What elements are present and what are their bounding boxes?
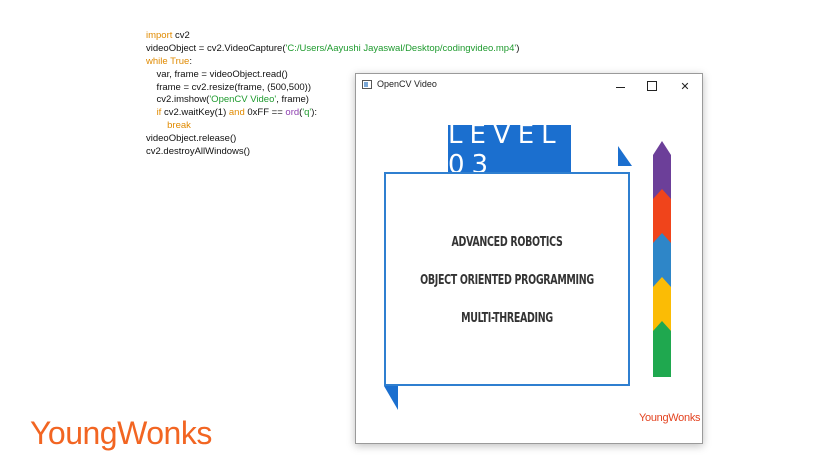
maximize-icon (647, 81, 657, 91)
window-titlebar[interactable]: OpenCV Video ✕ (356, 74, 702, 98)
close-button[interactable]: ✕ (669, 74, 701, 98)
topic-multithreading: MULTI-THREADING (461, 310, 553, 326)
arrow-segment (653, 321, 671, 377)
arrow-tip (653, 141, 671, 155)
minimize-icon (615, 86, 625, 88)
minimize-button[interactable] (604, 74, 636, 98)
youngwonks-logo: YoungWonks (30, 415, 212, 451)
topics-list: ADVANCED ROBOTICS OBJECT ORIENTED PROGRA… (386, 234, 628, 348)
youngwonks-watermark: YoungWonks (639, 412, 701, 424)
app-icon (362, 80, 372, 89)
maximize-button[interactable] (636, 74, 668, 98)
topics-card: ADVANCED ROBOTICS OBJECT ORIENTED PROGRA… (384, 172, 630, 386)
opencv-video-window[interactable]: OpenCV Video ✕ LEVEL 03 ADVANCED ROBOTIC… (355, 73, 703, 444)
window-title: OpenCV Video (377, 79, 437, 89)
level-banner: LEVEL 03 (448, 120, 571, 180)
code-line: videoObject = cv2.VideoCapture('C:/Users… (146, 42, 520, 54)
banner-ribbon-left (384, 386, 398, 410)
video-frame: LEVEL 03 ADVANCED ROBOTICS OBJECT ORIENT… (356, 98, 702, 443)
close-icon: ✕ (680, 80, 690, 93)
colored-arrow-bar (653, 141, 671, 377)
topic-advanced-robotics: ADVANCED ROBOTICS (451, 234, 563, 250)
banner-ribbon-right (618, 146, 632, 166)
topic-oop: OBJECT ORIENTED PROGRAMMING (420, 272, 594, 288)
code-line: import cv2 (146, 30, 190, 41)
code-line: while True: (146, 55, 192, 67)
